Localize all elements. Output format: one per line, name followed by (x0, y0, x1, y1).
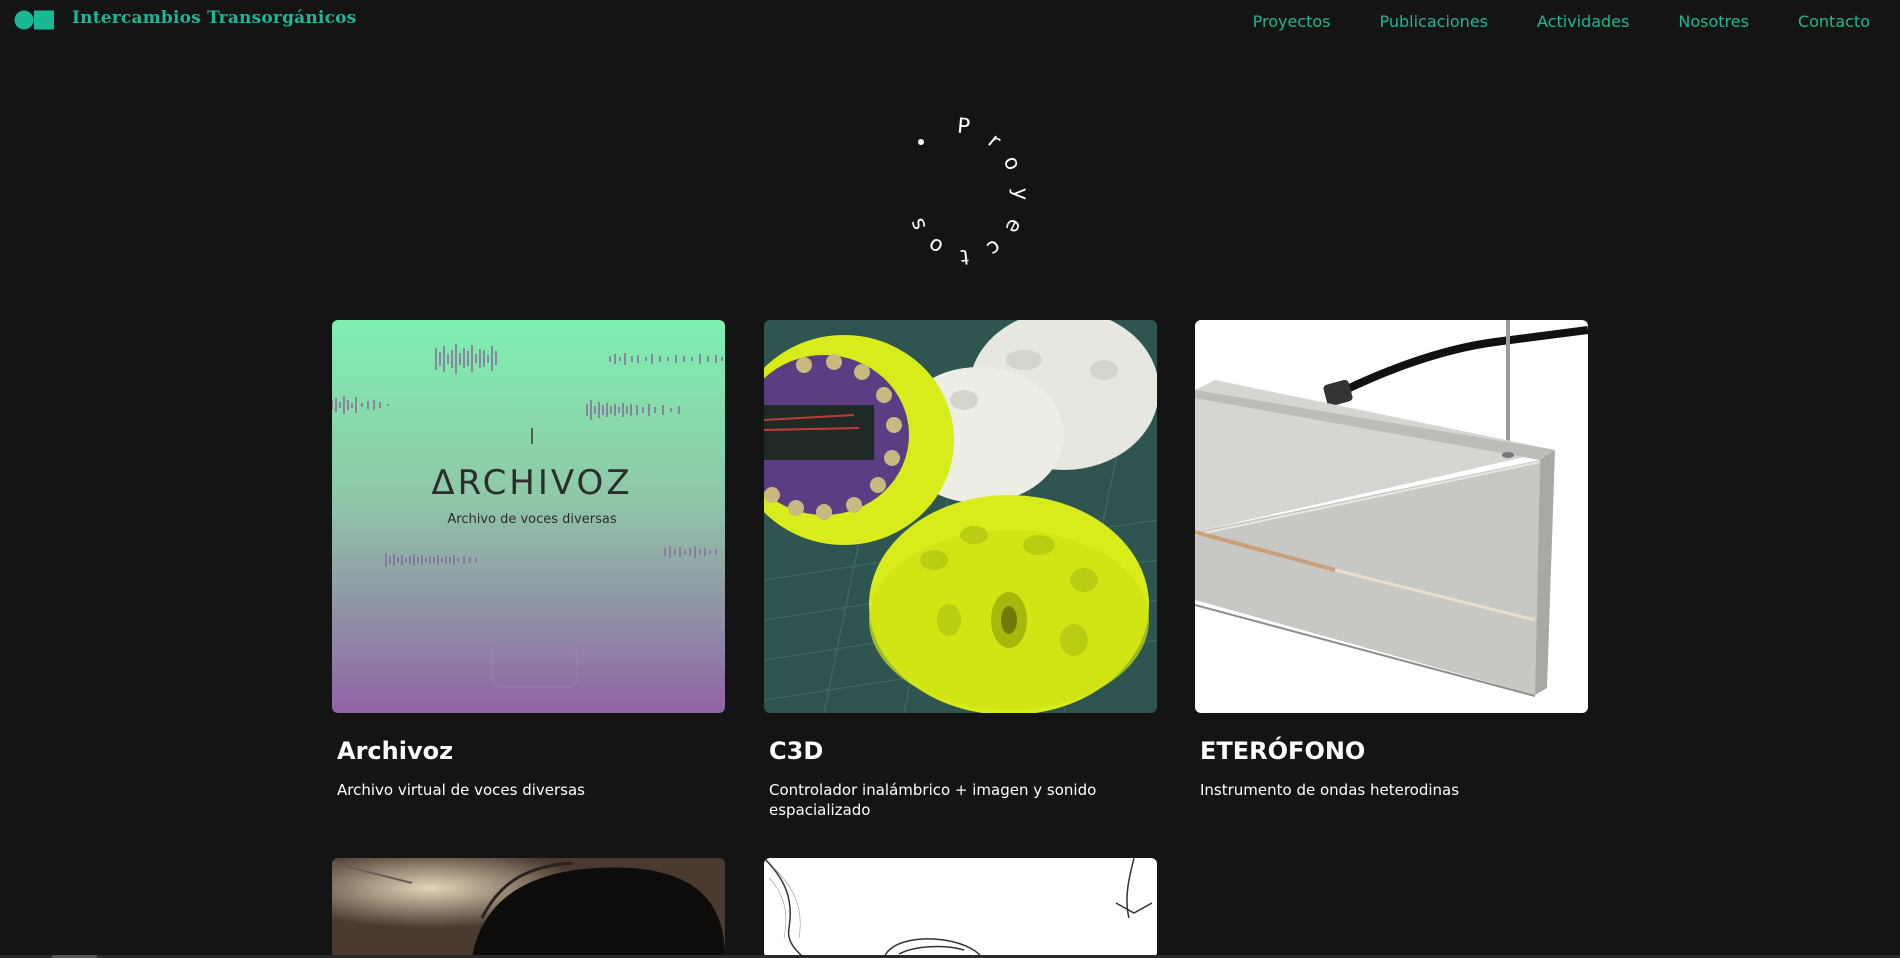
circle-letter: e (1001, 215, 1028, 238)
nav-proyectos[interactable]: Proyectos (1253, 12, 1331, 31)
project-description: Controlador inalámbrico + imagen y sonid… (769, 781, 1097, 819)
circle-letter: c (982, 235, 1005, 261)
thumb-caption: Archivo de voces diversas (447, 512, 616, 527)
section-title-circular: P r o y e c t o s (904, 114, 1030, 270)
circle-letter: P (956, 114, 971, 139)
thumb-wordmark: ΔRCHIVOZ (431, 463, 632, 503)
circle-letter: o (924, 232, 947, 259)
project-title[interactable]: ETERÓFONO (1200, 737, 1365, 765)
circle-letter: r (983, 129, 1005, 153)
project-thumbnail[interactable] (332, 858, 725, 958)
nav-publicaciones[interactable]: Publicaciones (1379, 12, 1488, 31)
project-thumbnail[interactable] (1195, 320, 1588, 713)
project-thumbnail[interactable]: ΔRCHIVOZ Archivo de voces diversas (332, 320, 725, 713)
circle-letter: s (904, 215, 930, 234)
project-title[interactable]: Archivoz (337, 737, 453, 765)
circle-dot (918, 139, 924, 145)
circle-letter: t (959, 245, 969, 270)
project-title[interactable]: C3D (769, 737, 823, 765)
site-header: Intercambios Transorgánicos Proyectos Pu… (0, 0, 1900, 50)
circle-letter: o (999, 152, 1026, 174)
main-nav: Proyectos Publicaciones Actividades Noso… (1204, 12, 1870, 31)
circle-letter: y (1009, 188, 1030, 200)
project-description: Archivo virtual de voces diversas (337, 781, 585, 799)
project-description: Instrumento de ondas heterodinas (1200, 781, 1460, 799)
project-thumbnail[interactable] (764, 858, 1157, 958)
project-thumbnail[interactable] (764, 320, 1157, 713)
nav-nosotres[interactable]: Nosotres (1678, 12, 1749, 31)
nav-contacto[interactable]: Contacto (1798, 12, 1870, 31)
logo-icon[interactable] (14, 9, 56, 31)
brand-link[interactable]: Intercambios Transorgánicos (72, 8, 356, 28)
nav-actividades[interactable]: Actividades (1537, 12, 1629, 31)
